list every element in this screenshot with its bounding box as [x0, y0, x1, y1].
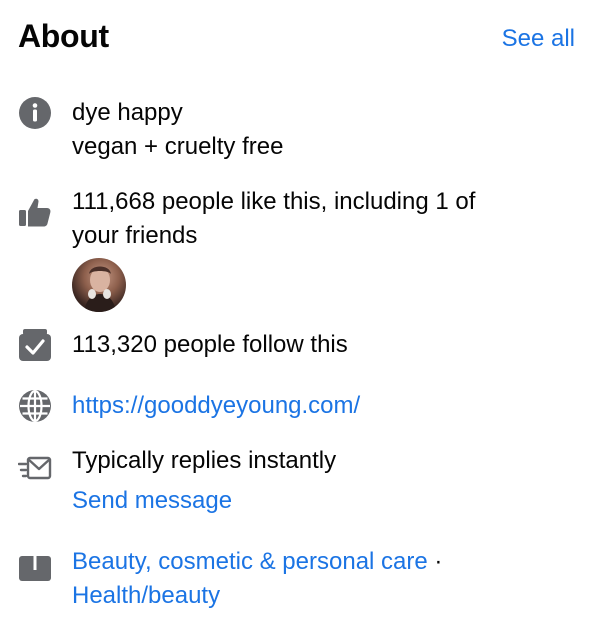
- message-envelope-icon: [18, 456, 52, 480]
- website-link[interactable]: https://gooddyeyoung.com/: [72, 389, 577, 423]
- friend-avatar[interactable]: [72, 258, 126, 312]
- category-folder-icon: [19, 556, 51, 581]
- about-header: About See all: [18, 18, 575, 58]
- send-message-link[interactable]: Send message: [72, 484, 577, 518]
- follows-text: 113,320 people follow this: [72, 331, 348, 358]
- category-separator: ·: [427, 548, 443, 575]
- bio-line: dye happy: [72, 99, 183, 126]
- see-all-link[interactable]: See all: [502, 25, 575, 53]
- likes-line: 111,668 people like this, including 1 of: [72, 188, 476, 215]
- category-text: Beauty, cosmetic & personal care · Healt…: [72, 545, 577, 613]
- bio-line: vegan + cruelty free: [72, 133, 284, 160]
- follow-check-icon: [19, 329, 51, 361]
- category-line: Health/beauty: [72, 579, 577, 613]
- category-link-beauty[interactable]: Beauty, cosmetic & personal care: [72, 548, 428, 575]
- friend-avatar-photo: [84, 266, 116, 312]
- category-link-health[interactable]: Health/beauty: [72, 582, 220, 609]
- section-title: About: [18, 18, 109, 54]
- replies-text: Typically replies instantly: [72, 447, 337, 474]
- info-icon: [19, 97, 51, 129]
- about-card: About See all dye happy vegan + cruelty …: [0, 0, 597, 639]
- bio-text: dye happy vegan + cruelty free: [72, 96, 577, 164]
- likes-line: your friends: [72, 222, 198, 249]
- thumbs-up-icon: [19, 198, 51, 227]
- category-line: Beauty, cosmetic & personal care ·: [72, 545, 577, 579]
- likes-text: 111,668 people like this, including 1 of…: [72, 185, 577, 253]
- globe-icon: [19, 389, 51, 423]
